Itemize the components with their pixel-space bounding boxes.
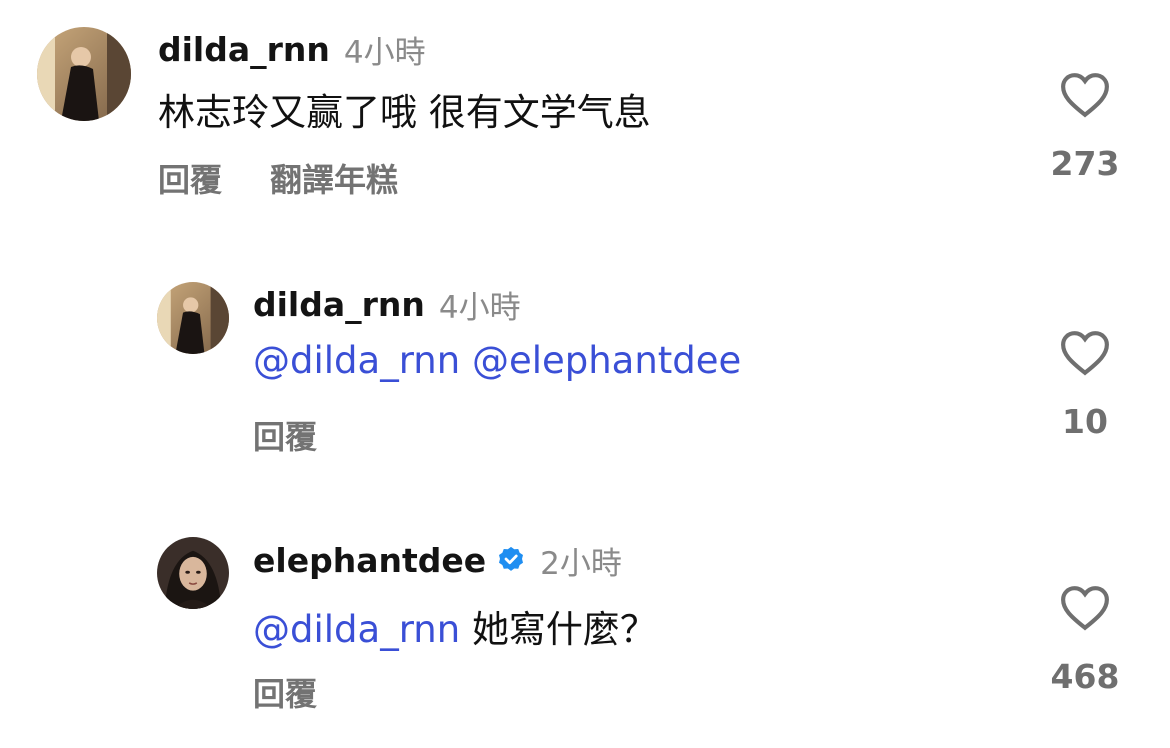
timestamp: 4小時 <box>343 34 426 71</box>
reply-button[interactable]: 回覆 <box>158 155 222 201</box>
reply-button[interactable]: 回覆 <box>253 669 317 715</box>
verified-badge-icon <box>496 545 526 575</box>
comment-text: 林志玲又赢了哦 很有文学气息 <box>158 91 651 134</box>
heart-icon[interactable] <box>1060 585 1110 631</box>
like-group: 273 <box>1045 72 1125 183</box>
like-count: 10 <box>1062 402 1108 441</box>
username[interactable]: dilda_rnn <box>253 285 425 324</box>
comment-actions: 回覆 翻譯年糕 <box>158 155 398 201</box>
timestamp: 2小時 <box>540 545 622 582</box>
reply-button[interactable]: 回覆 <box>253 412 317 458</box>
mention-link[interactable]: @dilda_rnn <box>253 339 460 382</box>
comment-actions: 回覆 <box>253 669 317 715</box>
avatar[interactable] <box>157 282 229 354</box>
comment-actions: 回覆 <box>253 412 317 458</box>
timestamp: 4小時 <box>438 289 521 326</box>
comment-text: @dilda_rnn 她寫什麼？ <box>253 599 657 653</box>
comment-text: @dilda_rnn @elephantdee <box>253 339 741 382</box>
username[interactable]: elephantdee <box>253 541 486 580</box>
comment-1: dilda_rnn 4小時 林志玲又赢了哦 很有文学气息 回覆 翻譯年糕 273 <box>0 0 1170 230</box>
translate-button[interactable]: 翻譯年糕 <box>270 155 398 201</box>
comment-body: 她寫什麼？ <box>471 608 657 651</box>
comment-3: elephantdee 2小時 @dilda_rnn 她寫什麼？ 回覆 468 <box>0 517 1170 747</box>
like-group: 10 <box>1045 330 1125 441</box>
comment-header: dilda_rnn 4小時 <box>158 28 426 71</box>
avatar[interactable] <box>37 27 131 121</box>
like-count: 273 <box>1050 144 1120 183</box>
username[interactable]: dilda_rnn <box>158 30 330 69</box>
heart-icon[interactable] <box>1060 330 1110 376</box>
like-group: 468 <box>1045 585 1125 696</box>
heart-icon[interactable] <box>1060 72 1110 118</box>
comment-2: dilda_rnn 4小時 @dilda_rnn @elephantdee 回覆… <box>0 260 1170 490</box>
comment-header: dilda_rnn 4小時 <box>253 283 521 326</box>
avatar[interactable] <box>157 537 229 609</box>
comment-header: elephantdee 2小時 <box>253 539 622 582</box>
mention-link[interactable]: @dilda_rnn <box>253 608 460 651</box>
like-count: 468 <box>1050 657 1120 696</box>
mention-link[interactable]: @elephantdee <box>472 339 741 382</box>
